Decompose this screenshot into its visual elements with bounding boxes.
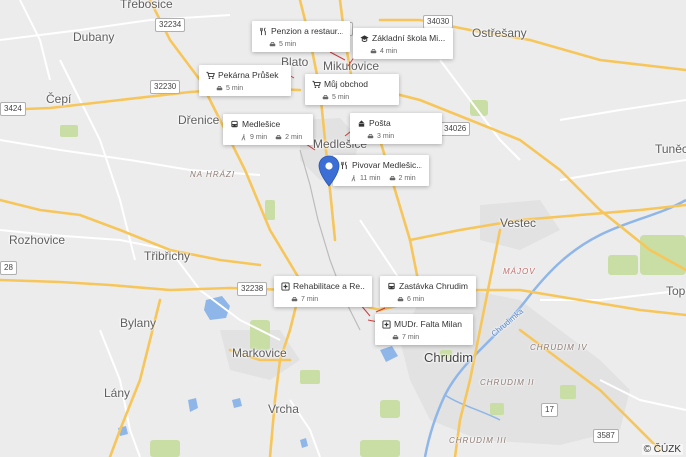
poi-title-rehab: Rehabilitace a Re... — [293, 281, 365, 291]
poi-title-skola: Základní škola Mi... — [372, 33, 446, 43]
poi-leader-lines — [283, 51, 386, 323]
bus-icon — [230, 120, 239, 129]
car-icon — [370, 48, 377, 55]
medical-icon — [281, 281, 290, 291]
poi-time-zastavka-car: 6 min — [407, 296, 425, 303]
walk-icon — [350, 175, 357, 182]
poi-title-medlesice-stop: Medlešice — [242, 119, 281, 129]
poi-title-obchod: Můj obchod — [324, 79, 368, 89]
school-icon — [360, 34, 369, 43]
poi-time-medlesice-car: 2 min — [285, 134, 303, 141]
car-icon — [392, 334, 399, 341]
poi-title-posta: Pošta — [369, 118, 391, 128]
poi-time-obchod-car: 5 min — [332, 94, 350, 101]
car-icon — [389, 175, 396, 182]
poi-time-mudr-car: 7 min — [402, 334, 420, 341]
poi-card-medlesice-stop[interactable]: Medlešice 9 min 2 min — [223, 114, 313, 145]
car-icon — [291, 296, 298, 303]
poi-card-pekarna[interactable]: Pekárna Průšek 5 min — [199, 65, 291, 96]
poi-time-skola-car: 4 min — [380, 48, 398, 55]
poi-time-pekarna-car: 5 min — [226, 85, 244, 92]
restaurant-icon — [259, 27, 268, 36]
post-icon — [357, 119, 366, 128]
restaurant-icon — [340, 161, 349, 170]
poi-card-penzion[interactable]: Penzion a restaur... 5 min — [252, 21, 350, 52]
poi-time-pivovar-car: 2 min — [398, 175, 416, 182]
poi-time-posta-car: 3 min — [377, 133, 395, 140]
poi-title-pekarna: Pekárna Průšek — [218, 70, 279, 80]
car-icon — [216, 85, 223, 92]
car-icon — [275, 134, 282, 141]
poi-card-zastavka[interactable]: Zastávka Chrudim 6 min — [380, 276, 476, 307]
location-pin-icon[interactable] — [317, 155, 341, 187]
poi-time-rehab-car: 7 min — [301, 296, 319, 303]
poi-card-pivovar[interactable]: Pivovar Medlešic... 11 min 2 min — [333, 155, 429, 186]
cart-icon — [312, 80, 321, 89]
poi-card-mudr[interactable]: MUDr. Falta Milan 7 min — [375, 314, 473, 345]
cart-icon — [206, 71, 215, 80]
car-icon — [397, 296, 404, 303]
poi-card-rehab[interactable]: Rehabilitace a Re... 7 min — [274, 276, 372, 307]
car-icon — [269, 41, 276, 48]
car-icon — [367, 133, 374, 140]
poi-card-posta[interactable]: Pošta 3 min — [350, 113, 442, 144]
poi-title-penzion: Penzion a restaur... — [271, 26, 343, 36]
poi-title-zastavka: Zastávka Chrudim — [399, 281, 468, 291]
walk-icon — [240, 134, 247, 141]
poi-title-pivovar: Pivovar Medlešic... — [352, 160, 422, 170]
poi-time-medlesice-walk: 9 min — [250, 134, 268, 141]
medical-icon — [382, 319, 391, 329]
poi-title-mudr: MUDr. Falta Milan — [394, 319, 463, 329]
poi-card-skola[interactable]: Základní škola Mi... 4 min — [353, 28, 453, 59]
poi-time-penzion-car: 5 min — [279, 41, 297, 48]
poi-card-obchod[interactable]: Můj obchod 5 min — [305, 74, 399, 105]
poi-time-pivovar-walk: 11 min — [360, 175, 381, 182]
bus-icon — [387, 282, 396, 291]
car-icon — [322, 94, 329, 101]
